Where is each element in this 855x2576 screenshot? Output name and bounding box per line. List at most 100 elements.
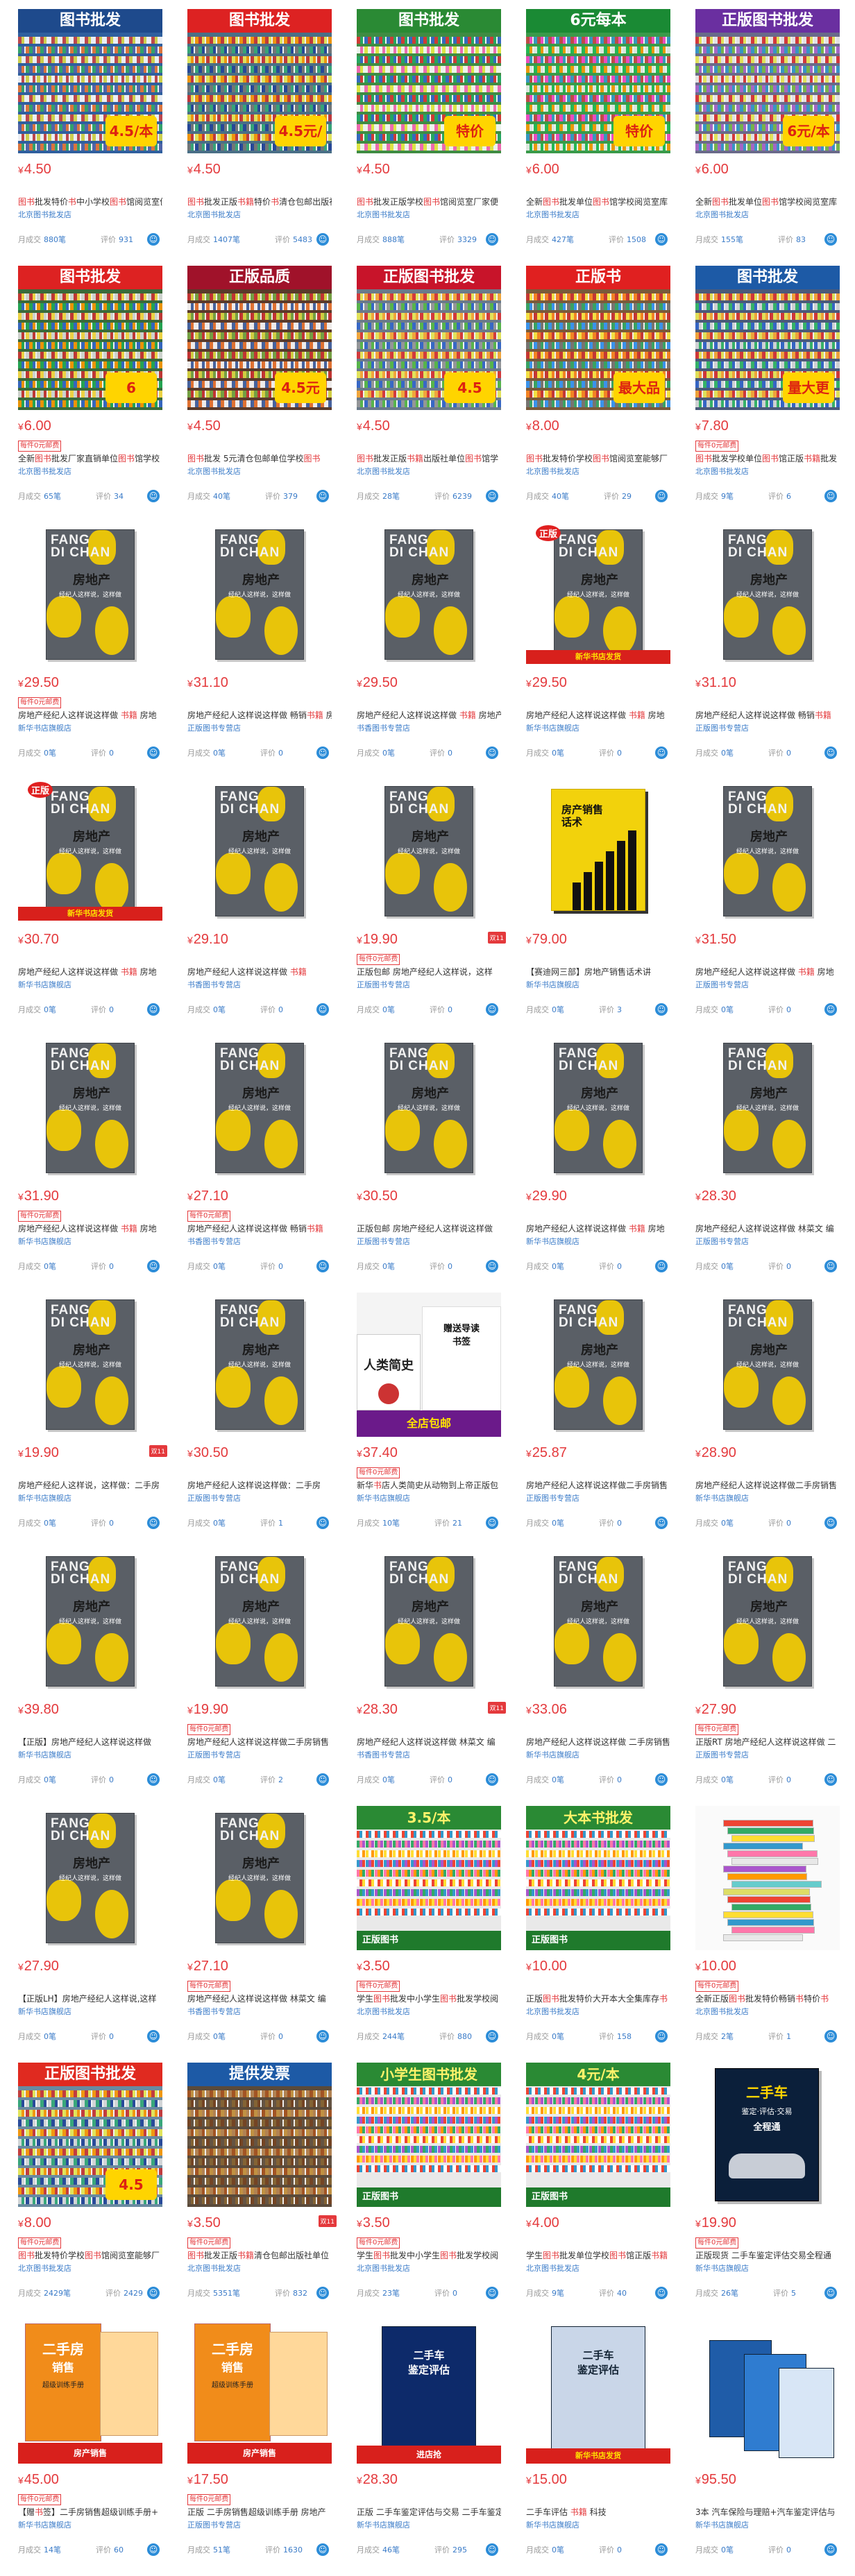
- shop-name[interactable]: 书香图书专营店: [357, 722, 501, 733]
- reviews-count[interactable]: 0: [109, 1005, 114, 1014]
- shop-name[interactable]: 新华书店旗舰店: [18, 1749, 162, 1760]
- sales-count[interactable]: 0笔: [44, 1261, 56, 1272]
- product-card[interactable]: 提供发票 ¥3.50 双11 每件0元邮费 图书批发正版书籍清仓包邮出版社单位 …: [181, 2063, 337, 2319]
- product-title[interactable]: 房地产经纪人这样说这样做 书籍 房地: [526, 710, 670, 721]
- sales-count[interactable]: 51笔: [213, 2544, 230, 2555]
- product-image[interactable]: FANG DI CHAN 房地产 经纪人这样说，这样做: [187, 1806, 332, 1950]
- product-image[interactable]: FANG DI CHAN 房地产 经纪人这样说，这样做: [695, 779, 840, 923]
- shop-name[interactable]: 正版图书专营店: [187, 2519, 332, 2530]
- product-card[interactable]: 二手车 鉴定·评估·交易 全程通 ¥19.90 每件0元邮费 正版现货 二手车鉴…: [689, 2063, 845, 2319]
- shop-name[interactable]: 新华书店旗舰店: [18, 2006, 162, 2017]
- sales-count[interactable]: 880笔: [44, 234, 66, 245]
- product-card[interactable]: FANG DI CHAN 房地产 经纪人这样说，这样做 ¥27.10 每件0元邮费…: [181, 1036, 337, 1293]
- product-title[interactable]: 3本 汽车保险与理赔+汽车鉴定评估与: [695, 2507, 840, 2518]
- sales-count[interactable]: 0笔: [721, 1261, 734, 1272]
- product-image[interactable]: FANG DI CHAN 房地产 经纪人这样说，这样做: [526, 1549, 670, 1694]
- product-title[interactable]: 房地产经纪人这样说这样做二手房销售: [187, 1737, 332, 1748]
- shop-name[interactable]: 北京图书批发店: [695, 2006, 840, 2017]
- chat-icon[interactable]: ☺: [824, 747, 837, 759]
- product-image[interactable]: 3.5/本 正版图书: [357, 1806, 501, 1950]
- chat-icon[interactable]: ☺: [486, 2030, 498, 2042]
- chat-icon[interactable]: ☺: [316, 747, 329, 759]
- product-title[interactable]: 图书批发正版书籍清仓包邮出版社单位: [187, 2250, 332, 2261]
- chat-icon[interactable]: ☺: [316, 2287, 329, 2299]
- product-image[interactable]: FANG DI CHAN 房地产 经纪人这样说，这样做: [18, 1036, 162, 1180]
- chat-icon[interactable]: ☺: [655, 1003, 668, 1016]
- product-title[interactable]: 房地产经纪人这样说，这样做：二手房: [18, 1480, 162, 1491]
- sales-count[interactable]: 0笔: [721, 747, 734, 758]
- chat-icon[interactable]: ☺: [316, 1003, 329, 1016]
- chat-icon[interactable]: ☺: [655, 2543, 668, 2556]
- product-card[interactable]: FANG DI CHAN 房地产 经纪人这样说，这样做 ¥29.90 房地产经纪人…: [520, 1036, 675, 1293]
- reviews-count[interactable]: 6: [786, 492, 791, 501]
- reviews-count[interactable]: 0: [786, 1005, 791, 1014]
- product-title[interactable]: 房地产经纪人这样说这样做 林菜文 编: [695, 1223, 840, 1234]
- sales-count[interactable]: 0笔: [213, 2031, 226, 2042]
- sales-count[interactable]: 0笔: [552, 1261, 564, 1272]
- product-card[interactable]: FANG DI CHAN 房地产 经纪人这样说，这样做 ¥27.90 【正版LH】…: [12, 1806, 167, 2063]
- shop-name[interactable]: 新华书店旗舰店: [18, 979, 162, 990]
- product-title[interactable]: 正版图书批发特价大开本大全集库存书: [526, 1993, 670, 2004]
- sales-count[interactable]: 9笔: [552, 2287, 564, 2298]
- product-card[interactable]: 正版图书批发 4.5 ¥4.50 图书批发正版书籍出版社单位图书馆学 北京图书批发…: [350, 266, 506, 522]
- sales-count[interactable]: 0笔: [44, 1004, 56, 1015]
- reviews-count[interactable]: 0: [109, 1262, 114, 1271]
- product-title[interactable]: 全新图书批发厂家直销单位图书馆学校: [18, 453, 162, 464]
- product-title[interactable]: 正版 二手车鉴定评估与交易 二手车鉴定: [357, 2507, 501, 2518]
- sales-count[interactable]: 0笔: [382, 1774, 395, 1785]
- product-image[interactable]: FANG DI CHAN 房地产 经纪人这样说，这样做: [187, 779, 332, 923]
- product-card[interactable]: FANG DI CHAN 房地产 经纪人这样说，这样做 ¥29.50 每件0元邮费…: [12, 522, 167, 779]
- shop-name[interactable]: 新华书店旗舰店: [695, 2519, 840, 2530]
- sales-count[interactable]: 1407笔: [213, 234, 240, 245]
- sales-count[interactable]: 155笔: [721, 234, 743, 245]
- shop-name[interactable]: 新华书店旗舰店: [526, 2519, 670, 2530]
- product-card[interactable]: FANG DI CHAN 房地产 经纪人这样说，这样做 正版 新华书店发货 ¥29.…: [520, 522, 675, 779]
- product-image[interactable]: 正版图书批发 6元/本: [695, 9, 840, 153]
- product-card[interactable]: ¥95.50 3本 汽车保险与理赔+汽车鉴定评估与 新华书店旗舰店 月成交 0笔…: [689, 2319, 845, 2576]
- product-title[interactable]: 新华书店人类简史从动物到上帝正版包: [357, 1480, 501, 1491]
- chat-icon[interactable]: ☺: [316, 233, 329, 246]
- product-card[interactable]: FANG DI CHAN 房地产 经纪人这样说，这样做 ¥27.90 每件0元邮费…: [689, 1549, 845, 1806]
- shop-name[interactable]: 书香图书专营店: [187, 1236, 332, 1247]
- shop-name[interactable]: 正版图书专营店: [187, 722, 332, 733]
- reviews-count[interactable]: 0: [278, 749, 283, 758]
- sales-count[interactable]: 2笔: [721, 2031, 734, 2042]
- product-card[interactable]: 图书批发特价4.5元 ¥4.50 图书批发正版学校图书馆阅览室厂家便 北京图书批…: [350, 9, 506, 266]
- product-title[interactable]: 房地产经纪人这样说这样做 书籍: [187, 966, 332, 978]
- product-card[interactable]: FANG DI CHAN 房地产 经纪人这样说，这样做 ¥19.90 双11 每件…: [350, 779, 506, 1036]
- shop-name[interactable]: 北京图书批发店: [187, 466, 332, 477]
- reviews-count[interactable]: 2: [278, 1775, 283, 1784]
- reviews-count[interactable]: 0: [278, 1005, 283, 1014]
- shop-name[interactable]: 新华书店旗舰店: [18, 722, 162, 733]
- chat-icon[interactable]: ☺: [824, 1517, 837, 1529]
- sales-count[interactable]: 0笔: [552, 2544, 564, 2555]
- product-card[interactable]: FANG DI CHAN 房地产 经纪人这样说，这样做 ¥25.87 房地产经纪人…: [520, 1293, 675, 1549]
- shop-name[interactable]: 正版图书专营店: [187, 1492, 332, 1503]
- product-title[interactable]: 正版 二手房销售超级训练手册 房地产: [187, 2507, 332, 2518]
- shop-name[interactable]: 新华书店旗舰店: [18, 1492, 162, 1503]
- product-card[interactable]: FANG DI CHAN 房地产 经纪人这样说，这样做 ¥19.90 每件0元邮费…: [181, 1549, 337, 1806]
- product-image[interactable]: FANG DI CHAN 房地产 经纪人这样说，这样做 正版 新华书店发货: [526, 522, 670, 667]
- product-card[interactable]: 图书批发 6 ¥6.00 每件0元邮费 全新图书批发厂家直销单位图书馆学校 北京图…: [12, 266, 167, 522]
- shop-name[interactable]: 新华书店旗舰店: [695, 2262, 840, 2274]
- reviews-count[interactable]: 0: [109, 2032, 114, 2041]
- chat-icon[interactable]: ☺: [147, 2030, 160, 2042]
- product-image[interactable]: 6元每本 特价: [526, 9, 670, 153]
- product-image[interactable]: 图书批发 4.5/本: [18, 9, 162, 153]
- product-image[interactable]: 二手车 鉴定评估 新华书店发货: [526, 2319, 670, 2464]
- product-card[interactable]: FANG DI CHAN 房地产 经纪人这样说，这样做 ¥30.50 房地产经纪人…: [181, 1293, 337, 1549]
- product-title[interactable]: 房地产经纪人这样说这样做 畅销书籍: [695, 710, 840, 721]
- shop-name[interactable]: 新华书店旗舰店: [18, 2519, 162, 2530]
- reviews-count[interactable]: 0: [109, 1775, 114, 1784]
- sales-count[interactable]: 46笔: [382, 2544, 400, 2555]
- product-card[interactable]: 正版品质 4.5元 ¥4.50 图书批发 5元清仓包邮单位学校图书 北京图书批发店…: [181, 266, 337, 522]
- chat-icon[interactable]: ☺: [147, 1773, 160, 1786]
- chat-icon[interactable]: ☺: [655, 1773, 668, 1786]
- chat-icon[interactable]: ☺: [486, 747, 498, 759]
- product-title[interactable]: 全新正版图书批发特价畅销书特价书: [695, 1993, 840, 2004]
- chat-icon[interactable]: ☺: [486, 1260, 498, 1272]
- product-title[interactable]: 房地产经纪人这样说这样做 书籍 房地: [695, 966, 840, 978]
- chat-icon[interactable]: ☺: [486, 2543, 498, 2556]
- reviews-count[interactable]: 379: [283, 492, 298, 501]
- product-image[interactable]: 图书批发量大更优惠: [695, 266, 840, 410]
